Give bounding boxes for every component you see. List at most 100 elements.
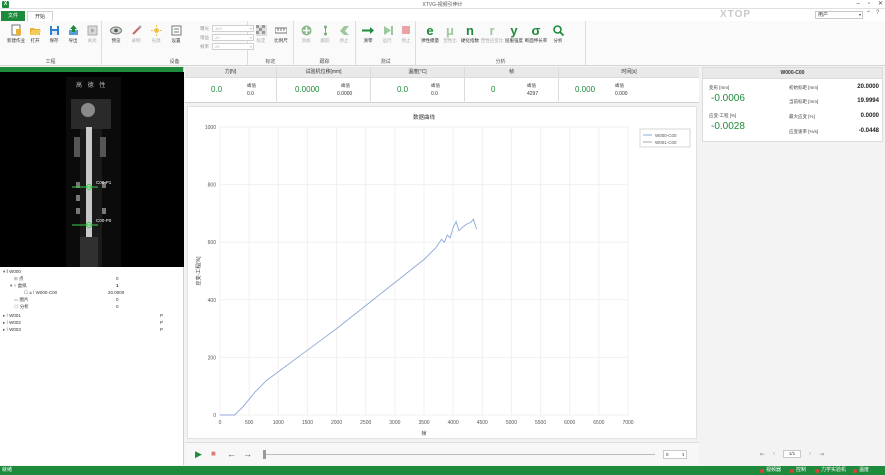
tree-row-points[interactable]: ⊞ 点 0 (14, 275, 124, 282)
setting-framerate: 帧率 25 (200, 43, 254, 50)
readout-strip: 力[N] 0.0 峰值 0.0 试验机位移[mm] 0.0000 峰值 0.00… (185, 67, 699, 103)
readout-peak-label: 峰值 (527, 83, 536, 88)
playback-slider-thumb[interactable] (263, 450, 266, 459)
specimen-icon: Ⅰ (6, 327, 8, 332)
readout-value: 0.0000 (295, 85, 320, 94)
spin-arrows-icon[interactable]: ⇕ (682, 451, 685, 458)
scale-button[interactable]: 比例尺 (271, 24, 291, 44)
readout-peak-label: 峰值 (341, 83, 350, 88)
camera-view[interactable]: 高 德 性 C00-P1 C00-P0 (0, 72, 184, 267)
settings-button[interactable]: 设置 (166, 24, 186, 44)
tree-flag: P (160, 313, 164, 318)
step-forward-icon[interactable]: → (243, 449, 252, 459)
run-icon (383, 25, 393, 35)
setting-exposure-label: 曝光 (200, 25, 209, 31)
close-button[interactable]: 关闭 (82, 24, 102, 44)
virtual-icon: ⁝⁝ (13, 283, 17, 288)
tree-row-virtual[interactable]: ▾ ⁝⁝ 虚拟 1 (10, 282, 124, 289)
page-indicator[interactable]: 1/1 (783, 450, 802, 458)
checkbox-icon[interactable]: ☐ (24, 290, 28, 295)
playback-slider[interactable] (265, 454, 655, 455)
x-tick-label: 6500 (593, 420, 604, 426)
help-icon[interactable]: ? (876, 10, 879, 17)
group-label-analysis: 分析 (495, 59, 506, 65)
tree-label: W002 (9, 320, 21, 325)
tree-row-w000[interactable]: ▾ Ⅰ W000 (3, 268, 21, 275)
readout-title: 力[N] (185, 67, 276, 78)
x-tick-label: 0 (219, 420, 222, 426)
x-tick-label: 2500 (360, 420, 371, 426)
collapse-ribbon-icon[interactable]: ⌃ (866, 10, 871, 17)
expand-icon[interactable]: ▸ (3, 313, 5, 318)
minimize-icon[interactable]: – (856, 0, 859, 9)
x-tick-label: 5000 (506, 420, 517, 426)
stop-icon (402, 26, 410, 34)
tree-flag: P (160, 327, 164, 332)
expand-icon[interactable]: ▸ (3, 327, 5, 332)
readout-force: 力[N] 0.0 峰值 0.0 (185, 67, 277, 103)
max-strain-label: 最大应变 [%] (789, 114, 815, 119)
tree-row-w003[interactable]: ▸ Ⅰ W003 P (3, 326, 168, 333)
tab-file[interactable]: 文件 (1, 11, 26, 21)
collapse-icon[interactable]: ▾ (3, 269, 5, 274)
tree-label: 虚拟 (17, 283, 27, 288)
x-tick-label: 2000 (331, 420, 342, 426)
play-icon[interactable]: ▶ (195, 449, 202, 459)
app-icon: X (2, 0, 9, 8)
close-icon[interactable]: ✕ (878, 0, 883, 9)
right-panel: W000-C00 变形 [mm] -0.0006 应变-工程 [%] -0.00… (700, 67, 885, 465)
maximize-icon[interactable]: ▫ (868, 0, 870, 9)
chart-card: 0 200 400 600 800 1000 0 500 1000 1500 2000 2500 300… (187, 106, 697, 439)
status-dot-icon (853, 468, 857, 473)
analyze-button[interactable]: 分析 (548, 24, 568, 44)
stop-track-button[interactable]: 停止 (334, 24, 354, 44)
tree-row-w002[interactable]: ▸ Ⅰ W002 P (3, 319, 168, 326)
checkerboard-icon (255, 24, 267, 36)
collapse-icon[interactable]: ▾ (10, 283, 12, 288)
tree-row-w001[interactable]: ▸ Ⅰ W001 P (3, 312, 168, 319)
status-control-label: 控制 (796, 467, 807, 473)
user-select[interactable]: 用户 ▾ (815, 11, 863, 19)
sun-icon (150, 24, 162, 36)
deform-value: -0.0006 (711, 93, 745, 104)
y-tick-label: 600 (208, 240, 217, 246)
settings-label: 设置 (171, 38, 181, 43)
add-mark-icon (301, 25, 311, 35)
chart-title: 数据曲线 (413, 113, 436, 121)
x-axis-label: 帧 (421, 430, 426, 437)
ribbon: 新建作业 打开 保存 导出 关闭 工程 预览 录制 光源 设置 设备 曝光 30… (0, 21, 885, 66)
folder-open-icon (30, 27, 41, 35)
readout-frame: 帧 0 峰值 4297 (465, 67, 559, 103)
tree-row-w000-c00[interactable]: ☐ 🔒︎ Ⅰ W000-C00 20.0000 (24, 289, 132, 296)
elastic-modulus-icon: e (426, 22, 434, 38)
prev-page-icon[interactable]: ‹ (773, 451, 775, 457)
tree-row-analysis[interactable]: ▤ 分析 0 (14, 303, 124, 310)
analysis-icon: ▤ (14, 304, 19, 309)
y-tick-label: 200 (208, 355, 217, 361)
eye-icon (110, 26, 122, 34)
x-tick-label: 3500 (418, 420, 429, 426)
export-icon (68, 24, 78, 35)
save-icon (49, 25, 59, 35)
expand-icon[interactable]: ▸ (3, 320, 5, 325)
step-back-icon[interactable]: ← (227, 449, 236, 459)
next-page-icon[interactable]: › (809, 451, 811, 457)
frame-spinbox-value: 0 (666, 452, 669, 457)
stop-icon[interactable]: ■ (211, 449, 216, 459)
first-page-icon[interactable]: ⇤ (760, 451, 765, 458)
x-tick-label: 1000 (273, 420, 284, 426)
tree-row-images[interactable]: ▭ 图片 0 (14, 296, 124, 303)
readout-peak-label: 峰值 (247, 83, 256, 88)
tab-start[interactable]: 开始 (27, 11, 54, 21)
tree-value: 1 (116, 283, 119, 288)
frame-spinbox[interactable]: 0 ⇕ (663, 450, 687, 459)
stop-button[interactable]: 停止 (396, 24, 416, 44)
readout-title: 试验机位移[mm] (277, 67, 370, 78)
close-project-icon (87, 25, 97, 35)
status-camera-label: 视频器 (766, 467, 782, 473)
status-camera: 视频器 (760, 466, 781, 475)
data-curve-chart[interactable]: 0 200 400 600 800 1000 0 500 1000 1500 2000 2500 300… (188, 107, 698, 440)
plastic-ratio-icon: μ (446, 22, 454, 38)
readout-title: 时间[s] (559, 67, 699, 78)
last-page-icon[interactable]: ⇥ (819, 451, 824, 458)
